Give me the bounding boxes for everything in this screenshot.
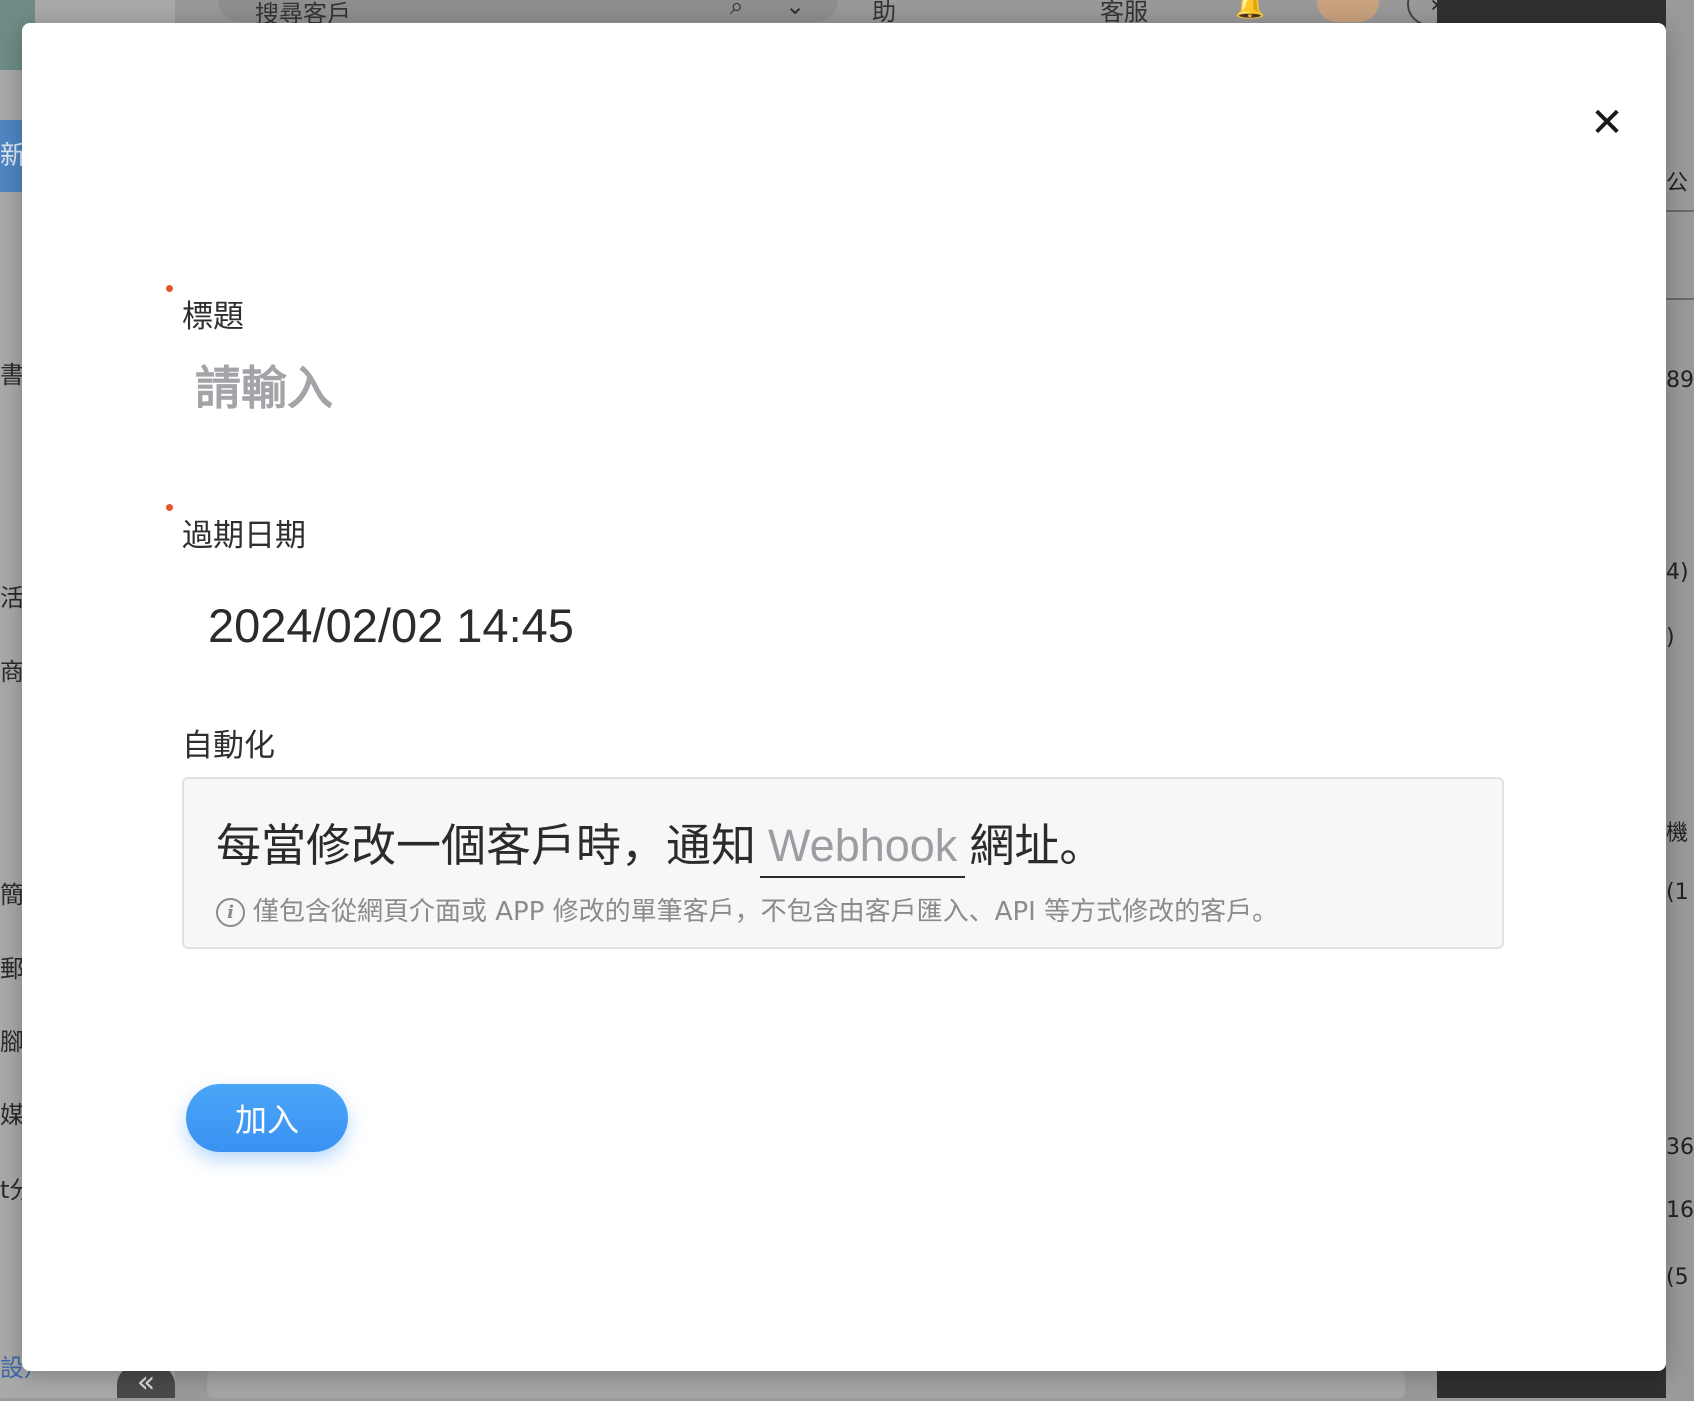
required-indicator bbox=[166, 504, 173, 511]
divider bbox=[1666, 210, 1694, 212]
new-button: 新增 bbox=[0, 120, 22, 192]
chevron-down-icon: ⌄ bbox=[785, 0, 806, 20]
title-label: 標題 bbox=[182, 299, 244, 335]
title-input[interactable] bbox=[187, 353, 1095, 423]
info-icon: i bbox=[216, 898, 245, 927]
right-panel-fragment: 16 bbox=[1666, 1198, 1694, 1223]
right-panel-fragment: (1 bbox=[1666, 880, 1689, 905]
required-indicator bbox=[166, 285, 173, 292]
automation-box: 每當修改一個客戶時，通知 Webhook 網址。 i 僅包含從網頁介面或 APP 修改… bbox=[182, 777, 1504, 949]
right-panel-fragment: 4) bbox=[1666, 560, 1689, 585]
expiry-date-picker[interactable]: 2024/02/02 14:45 bbox=[208, 598, 574, 653]
automation-sentence-prefix: 每當修改一個客戶時，通知 bbox=[216, 819, 757, 872]
expiry-date-label: 過期日期 bbox=[182, 518, 306, 554]
avatar bbox=[1317, 0, 1379, 22]
automation-sentence-suffix: 網址。 bbox=[969, 819, 1105, 872]
right-panel-fragment: 機 bbox=[1666, 821, 1689, 846]
right-panel-fragment: ) bbox=[1666, 625, 1675, 650]
right-panel-fragment: 89 bbox=[1666, 368, 1694, 393]
automation-note-text: 僅包含從網頁介面或 APP 修改的單筆客戶，不包含由客戶匯入、API 等方式修改… bbox=[253, 897, 1279, 927]
close-icon[interactable]: ✕ bbox=[1582, 98, 1632, 148]
right-panel-fragment: 公 bbox=[1666, 171, 1689, 196]
bell-icon: 🔔 bbox=[1235, 0, 1265, 20]
background-bottom-bar bbox=[207, 1370, 1405, 1398]
webhook-link[interactable]: Webhook bbox=[760, 820, 966, 878]
automation-sentence: 每當修改一個客戶時，通知 Webhook 網址。 bbox=[216, 809, 1104, 878]
automation-note: i 僅包含從網頁介面或 APP 修改的單筆客戶，不包含由客戶匯入、API 等方式修… bbox=[216, 891, 1278, 928]
search-icon: ⌕ bbox=[730, 0, 744, 20]
add-webhook-modal: ✕ 標題 過期日期 2024/02/02 14:45 自動化 每當修改一個客戶時… bbox=[22, 23, 1666, 1371]
right-panel-fragment: (5 bbox=[1666, 1265, 1689, 1290]
divider bbox=[1666, 298, 1694, 300]
automation-label: 自動化 bbox=[182, 728, 275, 764]
add-button[interactable]: 加入 bbox=[186, 1084, 348, 1152]
right-panel-fragment: 367 bbox=[1666, 1135, 1694, 1160]
